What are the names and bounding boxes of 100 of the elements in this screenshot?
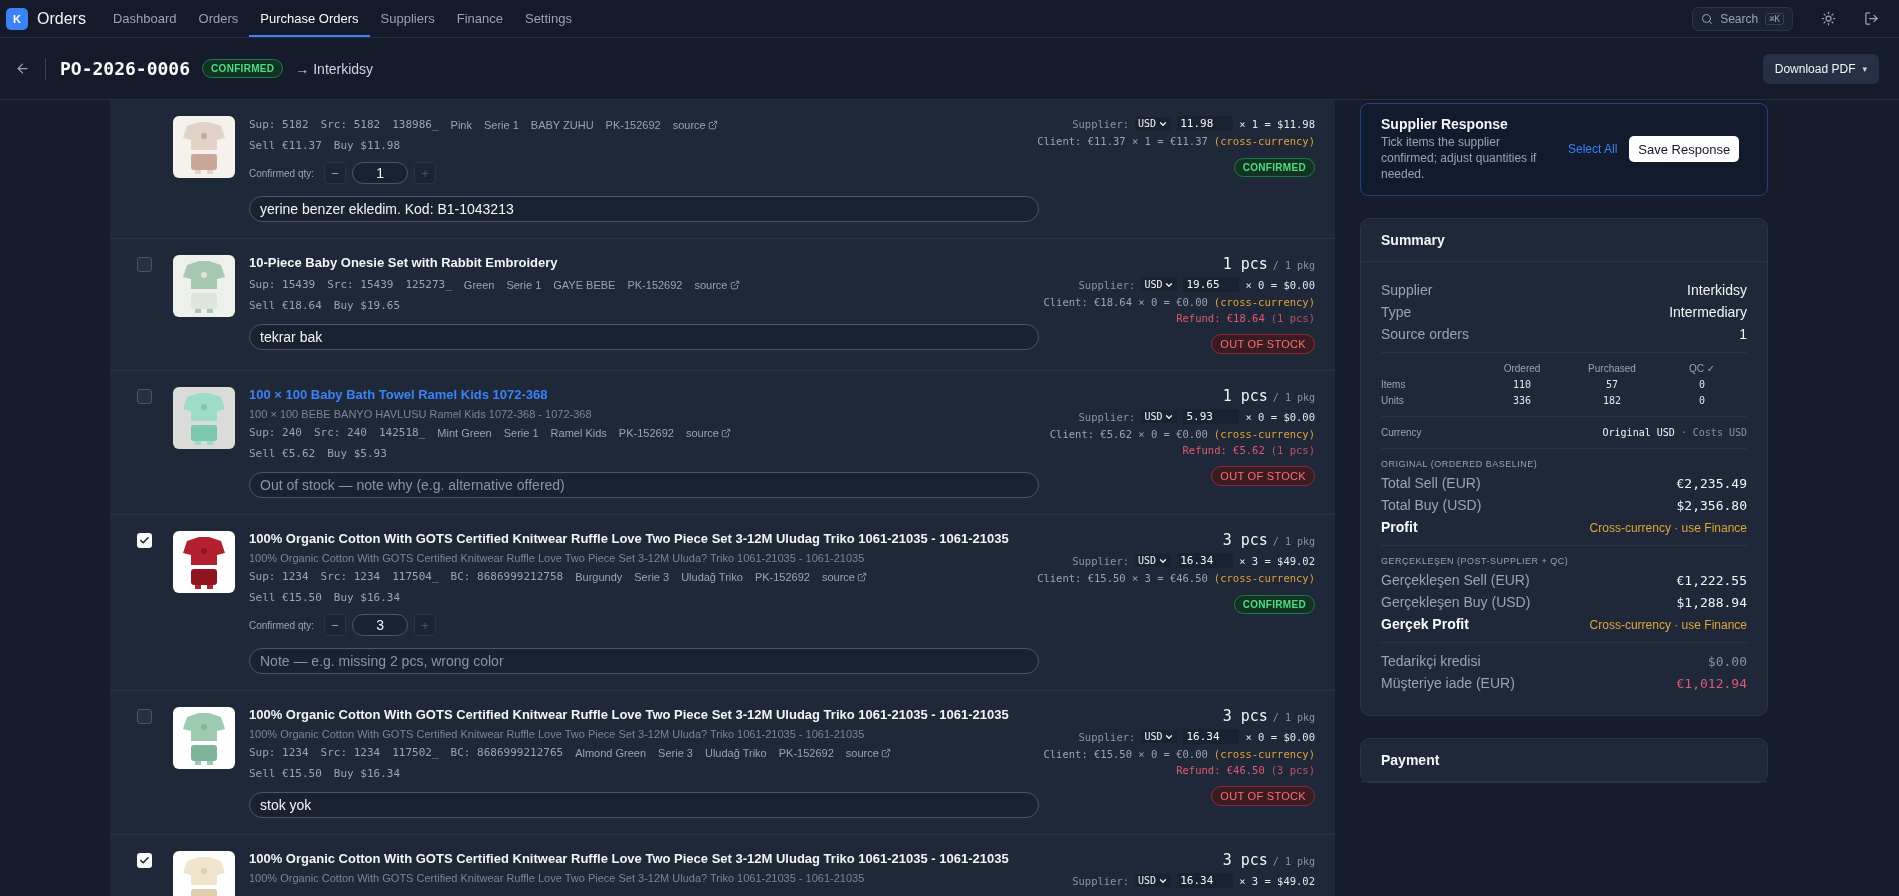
meta-code: Src: 1234	[320, 746, 381, 759]
summary-label: Type	[1381, 303, 1412, 320]
supplier-label: Supplier:	[1072, 117, 1130, 130]
client-total: Client: €11.37 × 1 = €11.37	[1037, 135, 1208, 147]
currency-select[interactable]: USD	[1141, 278, 1178, 291]
summary-label: Total Buy (USD)	[1381, 496, 1482, 513]
currency-select[interactable]: USD	[1141, 410, 1178, 423]
meta-text: Serie 1	[506, 278, 542, 291]
table-cell-text: 336	[1511, 394, 1533, 406]
note-field[interactable]: tekrar bak	[249, 324, 1039, 350]
supplier-label: Supplier:	[1072, 874, 1130, 887]
app-logo[interactable]: K	[6, 7, 28, 30]
meta-text: Ramel Kids	[550, 426, 607, 439]
summary-value: €1,012.94	[1676, 675, 1747, 691]
note-field[interactable]: stok yok	[249, 792, 1039, 818]
source-link[interactable]: source	[845, 746, 891, 759]
currency-label: Currency	[1381, 426, 1422, 438]
nav-tab[interactable]: Settings	[513, 0, 583, 37]
original-currency: Original USD	[1602, 426, 1675, 438]
currency-select[interactable]: USD	[1135, 554, 1172, 567]
checkbox[interactable]	[137, 853, 152, 868]
summary-label: Gerçekleşen Sell (EUR)	[1381, 571, 1530, 588]
summary-label: Source orders	[1381, 325, 1469, 342]
summary-value: 1	[1739, 325, 1747, 342]
qty-field[interactable]: 1	[352, 162, 409, 184]
note-field[interactable]: Note — e.g. missing 2 pcs, wrong color	[249, 648, 1039, 674]
status-badge: CONFIRMED	[1233, 158, 1315, 177]
package-count: / 1 pkg	[1272, 856, 1315, 867]
currency-select[interactable]: USD	[1141, 730, 1178, 743]
product-title: 100% Organic Cotton With GOTS Certified Knitwear Ruffle Love Two Piece Set 3-12M Uludag Triko 1061-21035 - 1061-21035	[249, 531, 1010, 546]
save-response-button[interactable]: Save Response	[1629, 136, 1740, 163]
refund-count: (1 pcs)	[1270, 444, 1315, 456]
source-link[interactable]: source	[672, 118, 718, 131]
refund-count: (3 pcs)	[1270, 764, 1315, 776]
meta-text: Pink	[450, 118, 472, 131]
product-title: 10-Piece Baby Onesie Set with Rabbit Embroidery	[249, 255, 559, 270]
search-button[interactable]: Search ⌘K	[1692, 6, 1793, 31]
note-field[interactable]: Out of stock — note why (e.g. alternative offered)	[249, 472, 1039, 498]
buy-price: Buy $19.65	[333, 299, 401, 312]
decrease-button[interactable]: −	[324, 162, 347, 184]
checkbox[interactable]	[137, 257, 152, 272]
price-field[interactable]: 11.98	[1177, 116, 1234, 131]
source-link[interactable]: source	[685, 426, 731, 439]
price-field[interactable]: 19.65	[1183, 277, 1240, 292]
cross-currency-note: (cross-currency)	[1213, 428, 1315, 440]
download-pdf-button[interactable]: Download PDF ▾	[1762, 53, 1879, 84]
nav-tab[interactable]: Orders	[187, 0, 250, 37]
currency-select[interactable]: USD	[1135, 117, 1172, 130]
price-field[interactable]: 5.93	[1183, 409, 1240, 424]
summary-label: Gerçek Profit	[1381, 615, 1469, 632]
meta-text: Mint Green	[437, 426, 492, 439]
card-description: Tick items the supplier confirmed; adjust quantities if needed.	[1381, 134, 1538, 183]
table-cell-text: 182	[1601, 394, 1623, 406]
supplier-total: × 3 = $49.02	[1239, 554, 1315, 567]
price-field[interactable]: 16.34	[1183, 729, 1240, 744]
supplier-total: × 1 = $11.98	[1239, 117, 1315, 130]
meta-text: Uludağ Triko	[681, 570, 743, 583]
checkbox[interactable]	[137, 389, 152, 404]
summary-value: Intermediary	[1669, 303, 1747, 320]
source-link[interactable]: source	[694, 278, 740, 291]
nav-tab[interactable]: Suppliers	[369, 0, 446, 37]
sell-price: Sell €11.37	[249, 139, 322, 152]
product-title-link[interactable]: 100 × 100 Baby Bath Towel Ramel Kids 1072-368	[249, 387, 1039, 402]
summary-value: $2,356.80	[1676, 497, 1747, 513]
buy-price: Buy $11.98	[333, 139, 401, 152]
nav-tab[interactable]: Dashboard	[101, 0, 188, 37]
refund-count: (1 pcs)	[1270, 312, 1315, 324]
supplier-name: → Interkidsy	[295, 60, 374, 77]
checkbox[interactable]	[137, 533, 152, 548]
meta-text: GAYE BEBE	[553, 278, 616, 291]
table-cell-text: 0	[1698, 394, 1706, 406]
check-icon	[139, 855, 150, 866]
refund-amount: Refund: €46.50	[1176, 764, 1265, 776]
price-field[interactable]: 16.34	[1177, 553, 1234, 568]
supplier-label: Supplier:	[1078, 730, 1136, 743]
select-all-link[interactable]: Select All	[1568, 142, 1618, 157]
buy-price: Buy $5.93	[327, 447, 387, 460]
currency-select[interactable]: USD	[1135, 874, 1172, 887]
cross-currency-note: (cross-currency)	[1213, 296, 1315, 308]
checkbox[interactable]	[137, 709, 152, 724]
external-link-icon	[707, 119, 718, 130]
source-link[interactable]: source	[821, 570, 867, 583]
meta-text: PK-152692	[627, 278, 683, 291]
summary-value: Cross-currency · use Finance	[1589, 520, 1747, 535]
refund-amount: Refund: €18.64	[1176, 312, 1265, 324]
column-header: QC ✓	[1687, 362, 1717, 374]
confirmed-qty-label: Confirmed qty:	[249, 619, 315, 631]
meta-text: Burgundy	[575, 570, 623, 583]
card-title: Summary	[1361, 218, 1767, 262]
qty-field[interactable]: 3	[352, 614, 409, 636]
sell-price: Sell €5.62	[249, 447, 316, 460]
quantity: 3 pcs	[1222, 851, 1268, 869]
price-field[interactable]: 16.34	[1177, 873, 1234, 888]
nav-tab[interactable]: Finance	[445, 0, 514, 37]
note-field[interactable]: yerine benzer ekledim. Kod: B1-1043213	[249, 196, 1039, 222]
supplier-label: Supplier:	[1072, 554, 1130, 567]
meta-text: BABY ZUHU	[530, 118, 594, 131]
summary-value: €2,235.49	[1676, 475, 1747, 491]
refund-amount: Refund: €5.62	[1182, 444, 1265, 456]
decrease-button[interactable]: −	[324, 614, 347, 636]
